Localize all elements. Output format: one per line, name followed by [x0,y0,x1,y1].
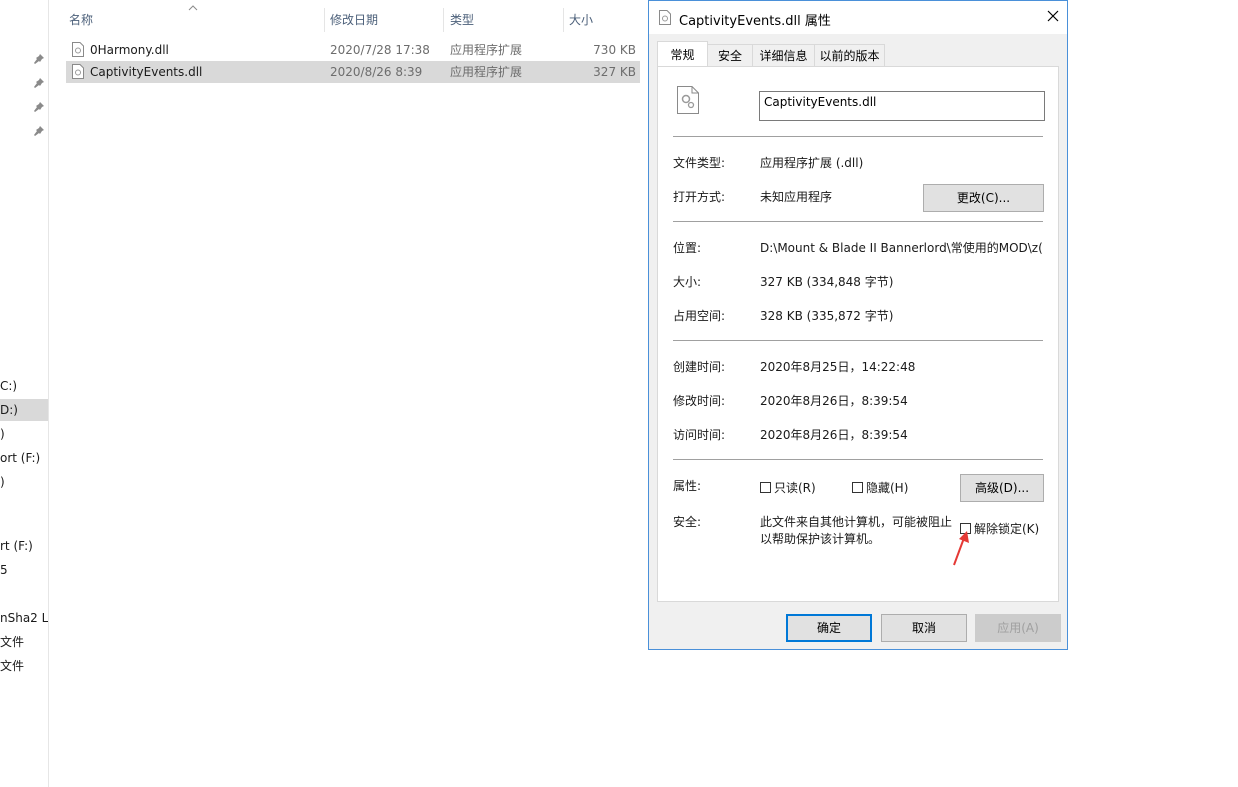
file-modified: 2020/8/26 8:39 [330,65,423,79]
navigation-pane: C:) D:) ) ort (F:) ) rt (F:) 5 nSha2 Li … [0,0,49,787]
column-header-type[interactable]: 类型 [450,8,474,32]
open-with-label: 打开方式: [673,190,726,204]
column-divider[interactable] [563,8,564,32]
pin-icon[interactable] [33,101,45,113]
size-value: 327 KB (334,848 字节) [760,275,894,289]
file-row[interactable]: 0Harmony.dll 2020/7/28 17:38 应用程序扩展 730 … [66,39,640,61]
file-type-value: 应用程序扩展 (.dll) [760,156,864,170]
divider [673,221,1043,222]
file-name: 0Harmony.dll [90,43,169,57]
divider [673,340,1043,341]
modified-value: 2020年8月26日，8:39:54 [760,394,908,408]
unblock-label[interactable]: 解除锁定(K) [974,520,1039,537]
nav-item-drive-f-2[interactable]: rt (F:) [0,535,33,557]
file-size: 730 KB [593,43,636,57]
created-value: 2020年8月25日，14:22:48 [760,360,916,374]
readonly-label[interactable]: 只读(R) [774,479,816,496]
accessed-value: 2020年8月26日，8:39:54 [760,428,908,442]
column-header-modified[interactable]: 修改日期 [330,8,378,32]
filename-input[interactable]: CaptivityEvents.dll [759,91,1045,121]
dll-file-icon [72,64,84,79]
readonly-checkbox[interactable] [760,482,771,493]
tab-general[interactable]: 常规 [657,41,708,67]
location-value: D:\Mount & Blade II Bannerlord\常使用的MOD\z… [760,241,1043,255]
disk-size-label: 占用空间: [673,309,726,323]
cancel-button[interactable]: 取消 [881,614,967,642]
hidden-checkbox[interactable] [852,482,863,493]
nav-item-drive-f[interactable]: ort (F:) [0,447,40,469]
nav-item-drive-c[interactable]: C:) [0,375,17,397]
file-size: 327 KB [593,65,636,79]
tab-details[interactable]: 详细信息 [752,44,815,66]
security-label: 安全: [673,515,702,529]
advanced-button[interactable]: 高级(D)... [960,474,1044,502]
size-label: 大小: [673,275,702,289]
nav-item[interactable]: 5 [0,559,8,581]
nav-item[interactable]: ) [0,423,5,445]
file-list: 名称 修改日期 类型 大小 0Harmony.dll 2020/7/28 17:… [60,0,640,787]
open-with-value: 未知应用程序 [760,190,833,204]
security-message-line1: 此文件来自其他计算机，可能被阻止 [760,515,953,529]
file-name: CaptivityEvents.dll [90,65,203,79]
ok-button[interactable]: 确定 [786,614,872,642]
pin-icon[interactable] [33,125,45,137]
dialog-titlebar[interactable]: CaptivityEvents.dll 属性 [649,1,1067,34]
divider [673,136,1043,137]
nav-item[interactable]: ) [0,471,5,493]
general-tab-panel: CaptivityEvents.dll 文件类型: 应用程序扩展 (.dll) … [657,66,1059,602]
column-header-name[interactable]: 名称 [69,8,93,32]
divider [673,459,1043,460]
attributes-label: 属性: [673,479,702,493]
file-type: 应用程序扩展 [450,65,523,79]
dialog-title: CaptivityEvents.dll 属性 [679,14,831,29]
file-row-selected[interactable]: CaptivityEvents.dll 2020/8/26 8:39 应用程序扩… [66,61,640,83]
file-type: 应用程序扩展 [450,43,523,57]
dll-file-icon [72,42,84,57]
nav-item[interactable]: nSha2 Li [0,607,48,629]
dll-file-icon [659,10,671,25]
tab-security[interactable]: 安全 [707,44,753,66]
close-icon[interactable] [1045,8,1061,24]
hidden-label[interactable]: 隐藏(H) [866,479,908,496]
modified-label: 修改时间: [673,394,726,408]
location-label: 位置: [673,241,702,255]
tab-previous-versions[interactable]: 以前的版本 [814,44,885,66]
security-message-line2: 以帮助保护该计算机。 [760,532,881,546]
accessed-label: 访问时间: [673,428,726,442]
nav-item[interactable]: 文件 [0,655,24,677]
dll-file-large-icon [677,86,699,114]
created-label: 创建时间: [673,360,726,374]
file-modified: 2020/7/28 17:38 [330,43,430,57]
nav-item[interactable]: 文件 [0,631,24,653]
column-divider[interactable] [324,8,325,32]
column-header-size[interactable]: 大小 [569,8,593,32]
column-divider[interactable] [443,8,444,32]
change-button[interactable]: 更改(C)... [923,184,1044,212]
disk-size-value: 328 KB (335,872 字节) [760,309,894,323]
red-arrow-annotation [953,531,969,566]
sort-ascending-icon [188,5,198,11]
pin-icon[interactable] [33,53,45,65]
properties-dialog: CaptivityEvents.dll 属性 常规 安全 详细信息 以前的版本 … [648,0,1068,650]
nav-item-drive-d[interactable]: D:) [0,399,48,421]
apply-button[interactable]: 应用(A) [975,614,1061,642]
pin-icon[interactable] [33,77,45,89]
file-type-label: 文件类型: [673,156,726,170]
